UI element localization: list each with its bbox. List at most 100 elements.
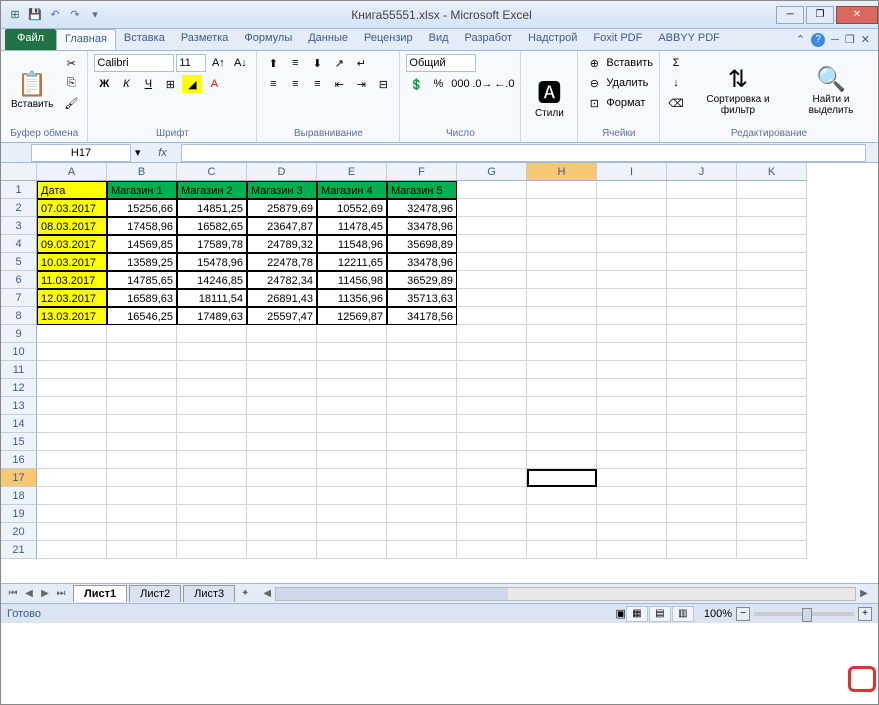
zoom-level[interactable]: 100% (704, 608, 732, 620)
cell[interactable] (597, 253, 667, 271)
row-header[interactable]: 18 (1, 487, 37, 505)
cell[interactable] (107, 541, 177, 559)
cell[interactable] (737, 487, 807, 505)
cell[interactable] (737, 361, 807, 379)
cell[interactable]: 24782,34 (247, 271, 317, 289)
cell[interactable]: 07.03.2017 (37, 199, 107, 217)
cell[interactable]: 14246,85 (177, 271, 247, 289)
cell[interactable] (317, 343, 387, 361)
name-box-dropdown-icon[interactable]: ▾ (131, 146, 145, 159)
cell[interactable]: 33478,96 (387, 253, 457, 271)
undo-icon[interactable]: ↶ (47, 7, 63, 23)
cell[interactable] (37, 397, 107, 415)
row-header[interactable]: 21 (1, 541, 37, 559)
cell[interactable] (527, 433, 597, 451)
cell[interactable] (247, 505, 317, 523)
doc-restore-icon[interactable]: ❐ (845, 33, 855, 46)
cell[interactable] (667, 505, 737, 523)
align-center-icon[interactable]: ≡ (285, 75, 305, 93)
tab-review[interactable]: Рецензир (356, 29, 421, 50)
cell[interactable] (737, 433, 807, 451)
cell[interactable] (457, 487, 527, 505)
cell[interactable] (527, 469, 597, 487)
paste-button[interactable]: 📋 Вставить (7, 54, 57, 126)
fx-icon[interactable]: fx (153, 147, 173, 159)
format-painter-icon[interactable]: 🖌 (61, 94, 81, 112)
cell[interactable] (737, 523, 807, 541)
cell[interactable]: 12569,87 (317, 307, 387, 325)
cell[interactable]: 32478,96 (387, 199, 457, 217)
cell[interactable]: 15256,66 (107, 199, 177, 217)
underline-button[interactable]: Ч (138, 75, 158, 93)
cell[interactable] (457, 541, 527, 559)
row-header[interactable]: 17 (1, 469, 37, 487)
cell[interactable] (597, 217, 667, 235)
cell[interactable]: 12.03.2017 (37, 289, 107, 307)
cell[interactable] (597, 487, 667, 505)
zoom-in-button[interactable]: + (858, 607, 872, 621)
cell[interactable]: 35698,89 (387, 235, 457, 253)
cell[interactable] (317, 379, 387, 397)
cut-icon[interactable]: ✂ (61, 54, 81, 72)
cell[interactable]: 11456,98 (317, 271, 387, 289)
tab-layout[interactable]: Разметка (173, 29, 237, 50)
last-sheet-icon[interactable]: ⏭ (53, 586, 69, 602)
tab-formulas[interactable]: Формулы (236, 29, 300, 50)
cell[interactable] (527, 505, 597, 523)
cell[interactable] (107, 433, 177, 451)
cell[interactable] (667, 325, 737, 343)
cell[interactable] (387, 451, 457, 469)
cell[interactable]: 34178,56 (387, 307, 457, 325)
cell[interactable] (527, 397, 597, 415)
normal-view-icon[interactable]: ▦ (626, 606, 648, 622)
cell[interactable] (527, 181, 597, 199)
save-icon[interactable]: 💾 (27, 7, 43, 23)
cell[interactable]: 17458,96 (107, 217, 177, 235)
cell[interactable]: 24789,32 (247, 235, 317, 253)
cell[interactable] (37, 325, 107, 343)
cell[interactable] (457, 523, 527, 541)
cell[interactable]: 17489,63 (177, 307, 247, 325)
cell[interactable] (107, 343, 177, 361)
cell[interactable]: 14569,85 (107, 235, 177, 253)
cell[interactable] (527, 415, 597, 433)
cell[interactable] (107, 451, 177, 469)
file-tab[interactable]: Файл (5, 29, 56, 50)
ribbon-minimize-icon[interactable]: ⌃ (796, 33, 805, 46)
help-icon[interactable]: ? (811, 33, 825, 47)
tab-data[interactable]: Данные (300, 29, 356, 50)
cell[interactable]: 16589,63 (107, 289, 177, 307)
tab-insert[interactable]: Вставка (116, 29, 173, 50)
page-break-view-icon[interactable]: ▥ (672, 606, 694, 622)
cell[interactable] (597, 289, 667, 307)
sheet-tab-1[interactable]: Лист1 (73, 585, 127, 602)
cell[interactable] (737, 235, 807, 253)
cell[interactable]: 17589,78 (177, 235, 247, 253)
cell[interactable] (457, 433, 527, 451)
maximize-button[interactable]: ❐ (806, 6, 834, 24)
cell[interactable] (387, 415, 457, 433)
cell[interactable] (387, 541, 457, 559)
cell[interactable] (597, 415, 667, 433)
cell[interactable] (457, 199, 527, 217)
name-box[interactable] (31, 144, 131, 162)
cell[interactable] (527, 307, 597, 325)
cell[interactable] (737, 505, 807, 523)
next-sheet-icon[interactable]: ▶ (37, 586, 53, 602)
cell[interactable] (387, 487, 457, 505)
cell[interactable] (527, 235, 597, 253)
row-header[interactable]: 9 (1, 325, 37, 343)
cell[interactable] (37, 451, 107, 469)
cell[interactable] (737, 289, 807, 307)
font-size-combo[interactable] (176, 54, 206, 72)
cell[interactable] (457, 451, 527, 469)
cell[interactable] (667, 451, 737, 469)
cell[interactable] (457, 271, 527, 289)
cell[interactable] (317, 505, 387, 523)
row-header[interactable]: 3 (1, 217, 37, 235)
cell[interactable] (527, 217, 597, 235)
cell[interactable] (37, 361, 107, 379)
cell[interactable] (37, 505, 107, 523)
cell[interactable] (107, 469, 177, 487)
row-header[interactable]: 19 (1, 505, 37, 523)
